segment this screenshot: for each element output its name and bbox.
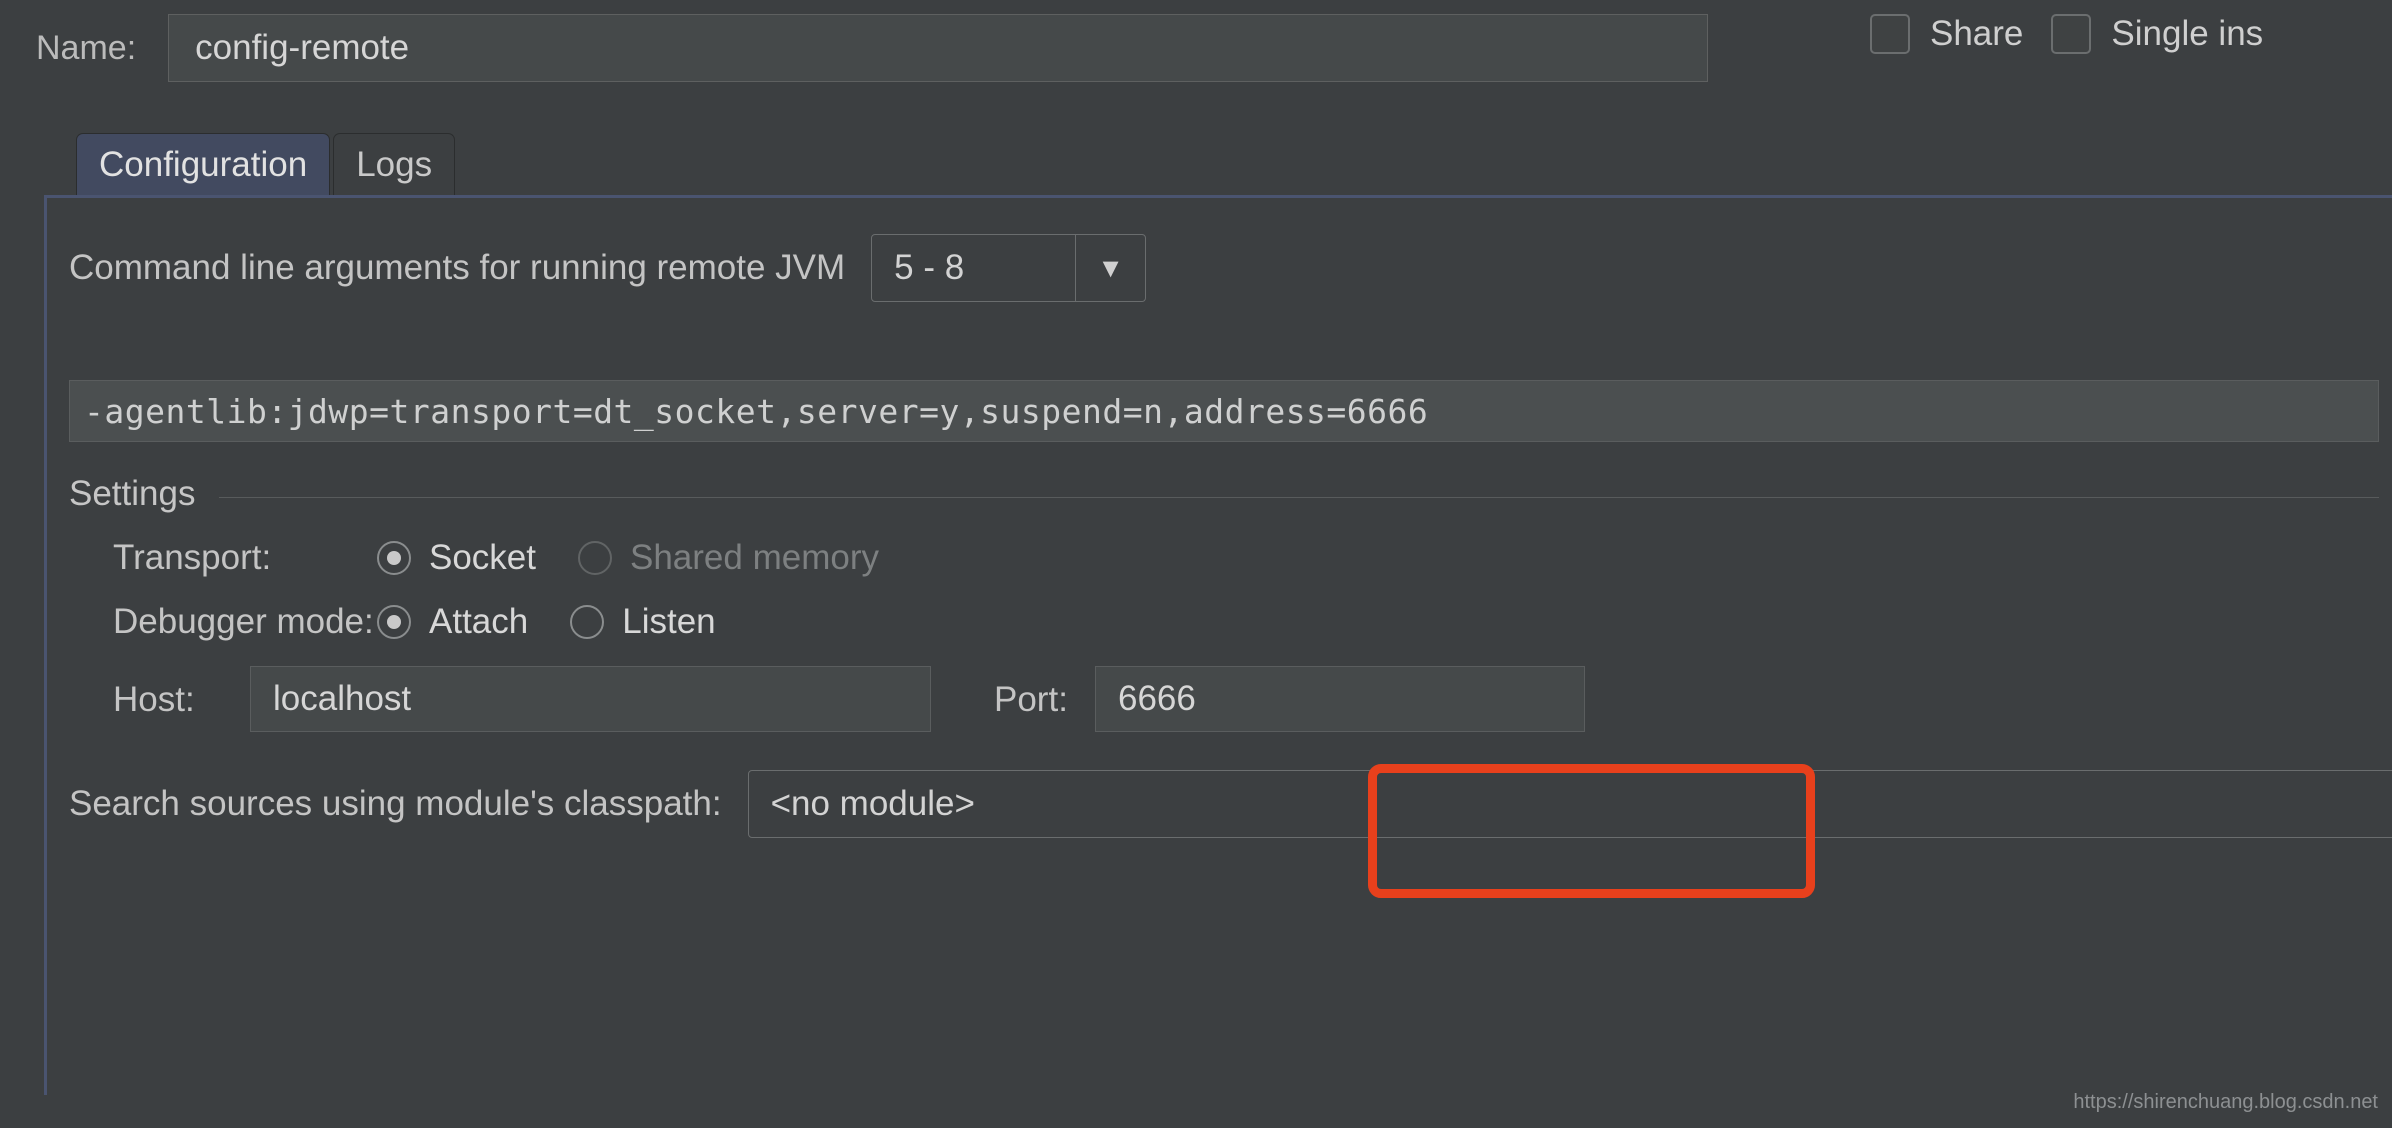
radio-attach-icon[interactable] <box>377 605 411 639</box>
settings-section-header: Settings <box>69 474 2379 514</box>
transport-row: Transport: Socket Shared memory <box>113 538 879 578</box>
share-label: Share <box>1930 14 2024 53</box>
name-input-value: config-remote <box>195 28 410 67</box>
radio-listen-icon[interactable] <box>570 605 605 639</box>
transport-option-shared-memory-label: Shared memory <box>630 538 879 577</box>
settings-divider <box>219 496 2379 498</box>
single-instance-checkbox[interactable] <box>2051 14 2092 54</box>
run-debug-configuration-dialog: Name: config-remote Share Single ins Con… <box>0 0 2392 1128</box>
port-label: Port: <box>994 680 1068 719</box>
jvm-version-value: 5 - 8 <box>894 248 965 287</box>
host-label: Host: <box>113 680 195 719</box>
debugger-mode-option-attach-label: Attach <box>429 602 529 641</box>
transport-option-socket-label: Socket <box>429 538 536 577</box>
jvm-version-dropdown[interactable]: 5 - 8 ▼ <box>871 234 1147 302</box>
share-checkbox-item[interactable]: Share <box>1870 14 2023 54</box>
tab-configuration[interactable]: Configuration <box>76 133 331 195</box>
radio-shared-memory-icon <box>578 541 612 575</box>
agentlib-argument-field[interactable]: -agentlib:jdwp=transport=dt_socket,serve… <box>69 380 2379 442</box>
options-group: Share Single ins <box>1870 14 2263 54</box>
tab-configuration-label: Configuration <box>99 144 308 184</box>
tab-bar: Configuration Logs <box>76 133 456 195</box>
chevron-down-icon[interactable]: ▼ <box>1075 235 1145 301</box>
search-sources-label: Search sources using module's classpath: <box>69 784 722 823</box>
host-input-value: localhost <box>273 679 412 718</box>
host-port-row: Host: localhost Port: 6666 <box>113 666 2379 736</box>
debugger-mode-label: Debugger mode: <box>113 602 374 641</box>
settings-title: Settings <box>69 474 196 513</box>
agentlib-argument-value: -agentlib:jdwp=transport=dt_socket,serve… <box>84 391 1429 431</box>
transport-label: Transport: <box>113 538 272 577</box>
single-instance-label: Single ins <box>2111 14 2264 53</box>
debugger-mode-row: Debugger mode: Attach Listen <box>113 602 716 642</box>
host-input[interactable]: localhost <box>250 666 931 732</box>
watermark: https://shirenchuang.blog.csdn.net <box>2073 1091 2378 1113</box>
port-input[interactable]: 6666 <box>1095 666 1585 732</box>
search-sources-row: Search sources using module's classpath:… <box>69 770 2392 838</box>
search-sources-module-dropdown[interactable]: <no module> <box>747 770 2392 838</box>
tab-logs[interactable]: Logs <box>333 133 456 195</box>
name-label: Name: <box>36 28 137 67</box>
single-instance-checkbox-item[interactable]: Single ins <box>2051 14 2263 54</box>
configuration-panel: Command line arguments for running remot… <box>44 195 2392 1095</box>
radio-socket-icon[interactable] <box>377 541 411 575</box>
name-input[interactable]: config-remote <box>168 14 1709 82</box>
debugger-mode-option-attach[interactable]: Attach <box>377 602 528 642</box>
debugger-mode-option-listen[interactable]: Listen <box>570 602 716 642</box>
command-line-label: Command line arguments for running remot… <box>69 248 846 287</box>
transport-option-shared-memory: Shared memory <box>578 538 879 578</box>
transport-option-socket[interactable]: Socket <box>377 538 536 578</box>
share-checkbox[interactable] <box>1870 14 1910 54</box>
search-sources-module-value: <no module> <box>770 784 975 823</box>
tab-logs-label: Logs <box>356 144 433 184</box>
command-line-row: Command line arguments for running remot… <box>69 234 1147 302</box>
debugger-mode-option-listen-label: Listen <box>622 602 716 641</box>
port-input-value: 6666 <box>1118 679 1196 718</box>
